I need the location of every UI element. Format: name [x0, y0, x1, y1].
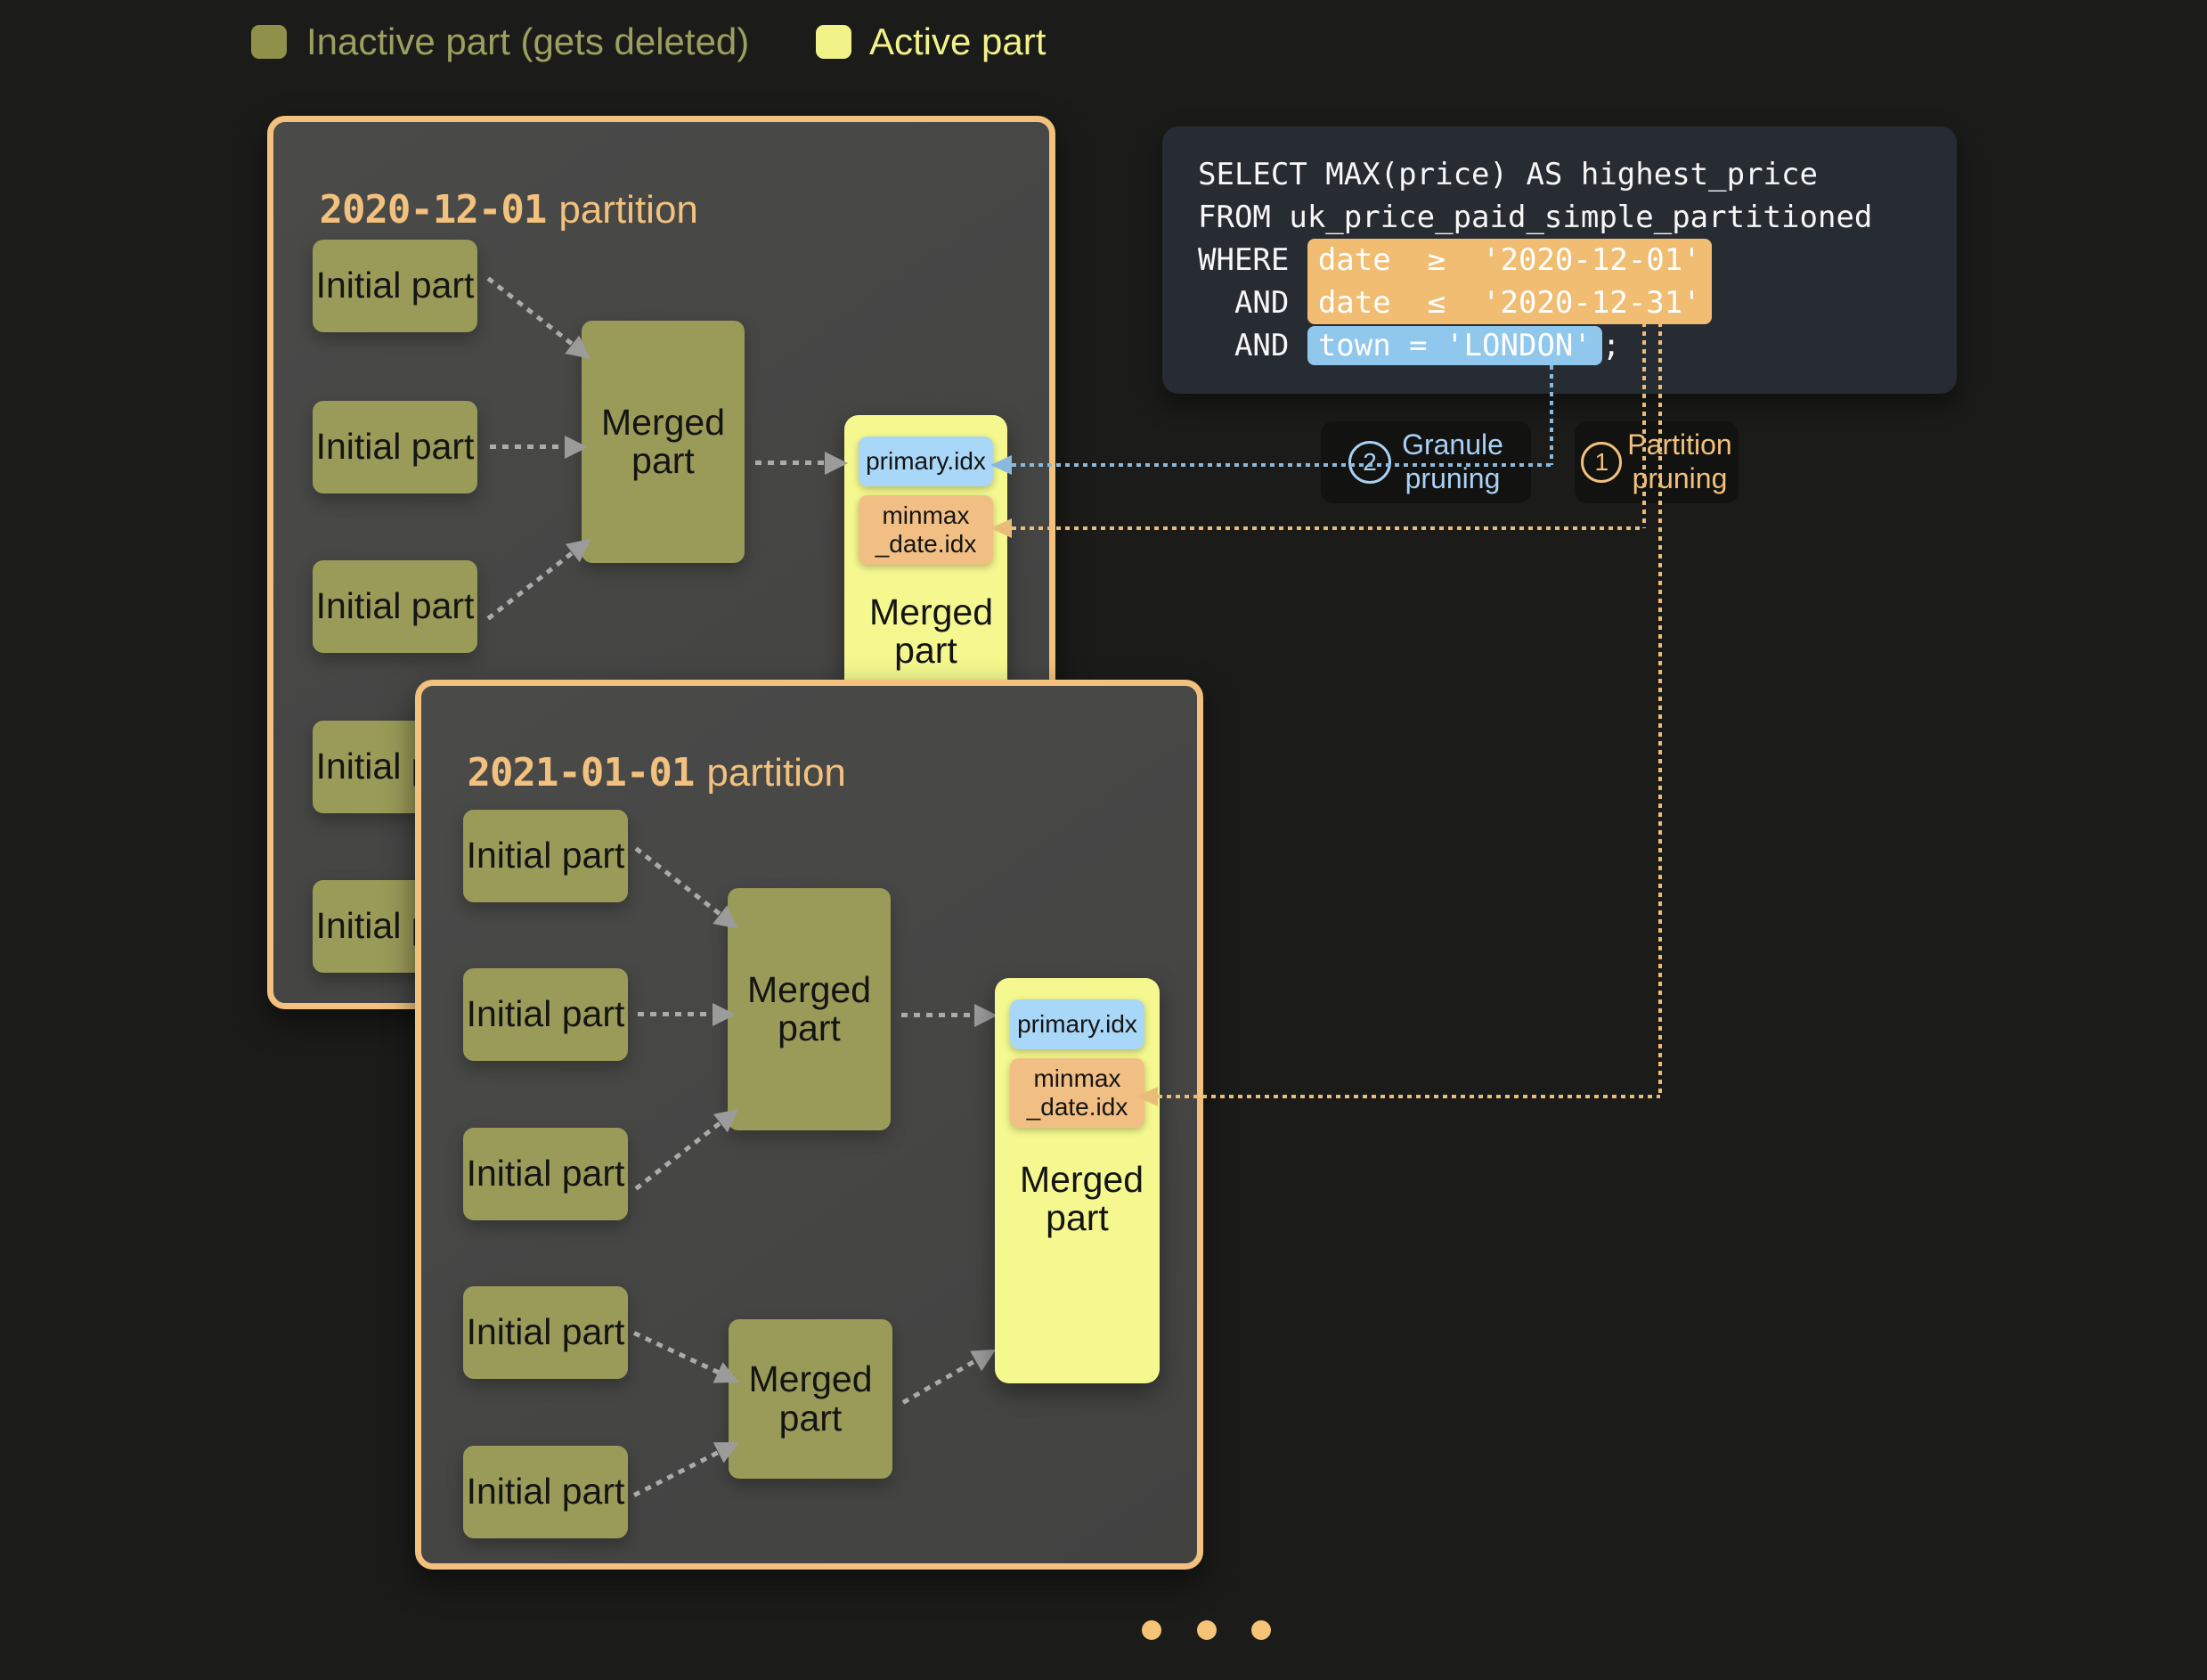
- partition-pruning-arrowhead-1: [990, 518, 1012, 538]
- active-merged-part-1-label: Merged part: [844, 593, 1007, 671]
- granule-pruning-number: 2: [1348, 441, 1391, 484]
- initial-part: Initial part: [463, 1446, 628, 1538]
- granule-pruning-arrowhead: [990, 455, 1012, 475]
- partition-pruning-connector-horizontal-2: [1158, 1095, 1660, 1098]
- initial-part: Initial part: [463, 810, 628, 902]
- initial-part: Initial part: [463, 1128, 628, 1220]
- legend-inactive-swatch: [251, 25, 287, 59]
- partition-pruning-connector-vertical-1: [1642, 322, 1646, 528]
- sql-highlight-date-gte: date ≥ '2020-12-01': [1307, 239, 1712, 281]
- minmax-line1: minmax: [1010, 1064, 1144, 1093]
- merge-arrow: [901, 1013, 976, 1017]
- granule-pruning-line2: pruning: [1402, 462, 1503, 496]
- sql-highlight-date-lte: date ≤ '2020-12-31': [1307, 281, 1712, 324]
- granule-pruning-connector-horizontal: [1012, 463, 1551, 467]
- merge-arrow: [755, 461, 827, 465]
- minmax-date-idx-badge: minmax _date.idx: [1010, 1058, 1144, 1128]
- primary-idx-badge: primary.idx: [1010, 999, 1144, 1049]
- initial-part: Initial part: [313, 240, 477, 332]
- partition-1-word: partition: [558, 188, 698, 232]
- legend-inactive-label: Inactive part (gets deleted): [306, 23, 749, 61]
- granule-pruning-label: 2 Granule pruning: [1321, 421, 1531, 503]
- sql-line-from: FROM uk_price_paid_simple_partitioned: [1198, 200, 1872, 235]
- minmax-line2: _date.idx: [859, 530, 993, 559]
- sql-kw-where: WHERE: [1198, 242, 1307, 278]
- minmax-date-idx-badge: minmax _date.idx: [859, 495, 993, 565]
- sql-line-select: SELECT MAX(price) AS highest_price: [1198, 157, 1818, 192]
- merge-arrow: [490, 444, 566, 449]
- merged-part-inactive: Merged part: [729, 1319, 892, 1479]
- minmax-line1: minmax: [859, 502, 993, 530]
- partition-2-date: 2021-01-01: [467, 750, 694, 795]
- merged-part-inactive: Merged part: [728, 888, 891, 1130]
- carousel-dot-1[interactable]: [1142, 1620, 1161, 1640]
- merged-part-inactive: Merged part: [582, 321, 745, 563]
- sql-query-block: SELECT MAX(price) AS highest_price FROM …: [1162, 126, 1957, 394]
- merge-arrow: [638, 1012, 714, 1016]
- partition-1-date: 2020-12-01: [319, 187, 546, 232]
- sql-highlight-town: town = 'LONDON': [1307, 326, 1602, 365]
- primary-idx-badge: primary.idx: [859, 436, 993, 486]
- partition-2020-12-01-title: 2020-12-01 partition: [297, 143, 698, 232]
- partition-pruning-label: 1 Partition pruning: [1575, 421, 1739, 503]
- legend-active-swatch: [816, 25, 851, 59]
- initial-part: Initial part: [463, 1286, 628, 1379]
- partition-pruning-arrowhead-2: [1136, 1087, 1158, 1106]
- active-merged-part-2: primary.idx minmax _date.idx Merged part: [995, 978, 1160, 1383]
- carousel-dot-3[interactable]: [1251, 1620, 1271, 1640]
- carousel-dot-2[interactable]: [1197, 1620, 1217, 1640]
- partition-pruning-connector-horizontal-1: [1012, 526, 1644, 530]
- granule-pruning-connector-vertical: [1550, 365, 1553, 465]
- sql-kw-and2: AND: [1198, 328, 1307, 363]
- initial-part: Initial part: [463, 968, 628, 1061]
- initial-part: Initial part: [313, 401, 477, 493]
- sql-semicolon: ;: [1602, 328, 1620, 363]
- legend-active-label: Active part: [869, 23, 1046, 61]
- granule-pruning-line1: Granule: [1402, 428, 1503, 462]
- partition-2-word: partition: [706, 751, 846, 795]
- minmax-line2: _date.idx: [1010, 1093, 1144, 1121]
- partition-pruning-connector-vertical-2: [1658, 322, 1662, 1097]
- sql-kw-and1: AND: [1198, 285, 1307, 321]
- partition-pruning-number: 1: [1581, 442, 1622, 483]
- initial-part: Initial part: [313, 560, 477, 653]
- active-merged-part-2-label: Merged part: [995, 1161, 1160, 1238]
- active-merged-part-1: primary.idx minmax _date.idx Merged part: [844, 415, 1007, 709]
- partition-2021-01-01-title: 2021-01-01 partition: [445, 705, 846, 795]
